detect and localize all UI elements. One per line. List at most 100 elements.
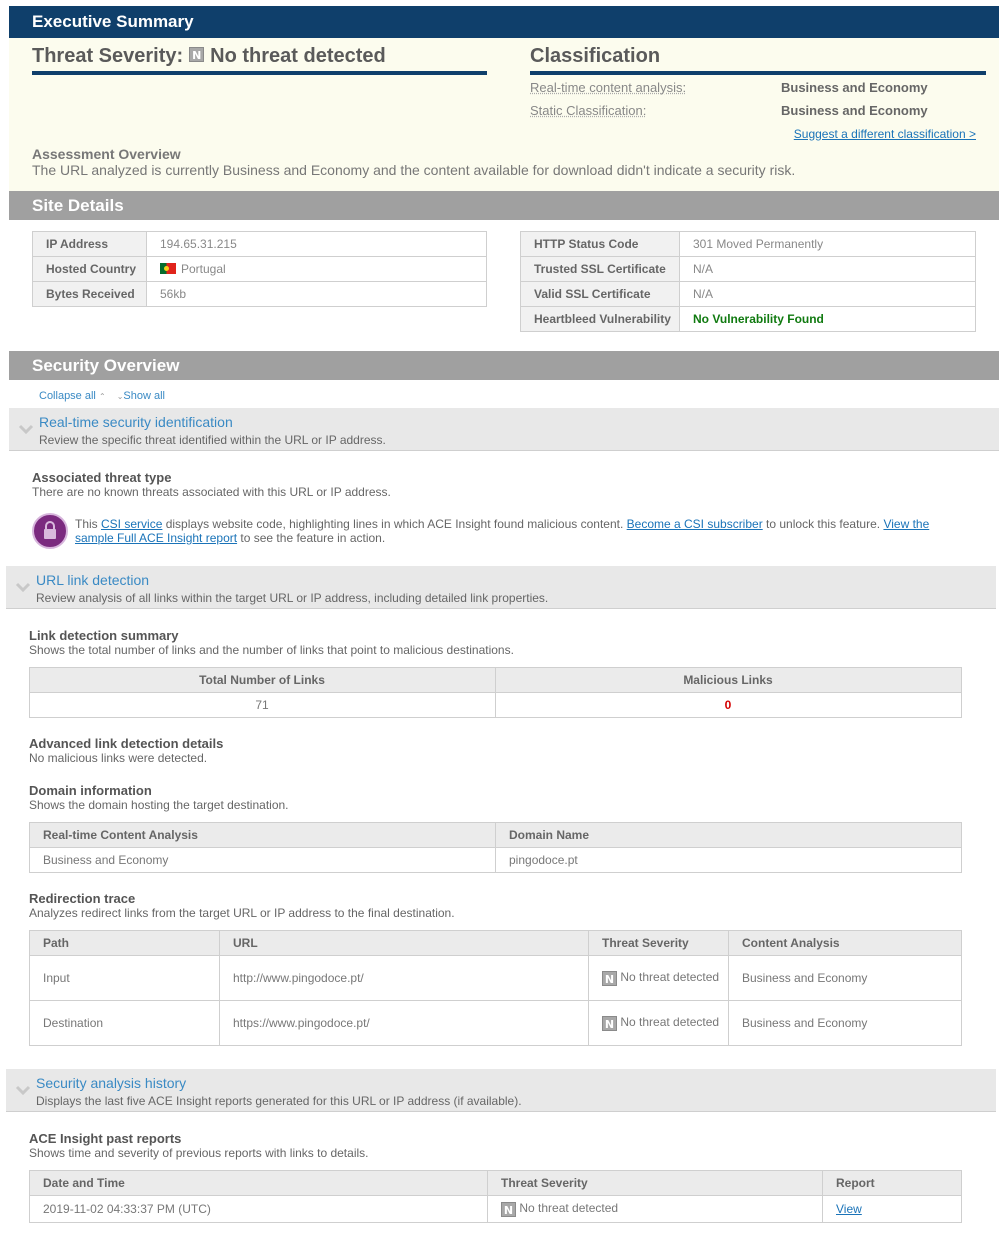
country-name: Portugal xyxy=(181,262,226,276)
associated-threat-heading: Associated threat type xyxy=(32,470,172,485)
chevron-down-icon xyxy=(15,582,31,593)
table-header-row: Total Number of Links Malicious Links xyxy=(29,667,962,693)
report-cell: View xyxy=(822,1195,962,1223)
url-header: URL xyxy=(219,930,589,956)
assessment-heading: Assessment Overview xyxy=(32,146,181,162)
site-details-left-table: IP Address 194.65.31.215 Hosted Country Po… xyxy=(32,231,487,307)
content-analysis-header: Content Analysis xyxy=(728,930,962,956)
domain-name-value: pingodoce.pt xyxy=(495,847,962,873)
table-header-row: Path URL Threat Severity Content Analysi… xyxy=(29,930,962,956)
section-realtime-security[interactable]: Real-time security identification Review… xyxy=(9,408,999,451)
bytes-received-value: 56kb xyxy=(146,281,487,307)
classification-row-static: Static Classification: Business and Econ… xyxy=(530,103,986,118)
table-row: Bytes Received 56kb xyxy=(32,281,487,307)
chevron-down-icon xyxy=(15,1085,31,1096)
section-title[interactable]: URL link detection xyxy=(36,572,149,588)
table-row: 2019-11-02 04:33:37 PM (UTC) N No threat… xyxy=(29,1195,962,1223)
path-cell: Input xyxy=(29,955,220,1001)
executive-summary-header: Executive Summary xyxy=(9,6,999,38)
csi-text-part: to unlock this feature. xyxy=(762,517,884,531)
lock-icon xyxy=(32,513,68,549)
classification-label[interactable]: Real-time content analysis: xyxy=(530,80,686,95)
no-threat-icon: N xyxy=(602,970,617,986)
threat-severity-header: Threat Severity xyxy=(588,930,729,956)
malicious-links-header: Malicious Links xyxy=(495,667,962,693)
table-header-row: Date and Time Threat Severity Report xyxy=(29,1170,962,1196)
classification-row-realtime: Real-time content analysis: Business and… xyxy=(530,80,986,95)
domain-info-table: Real-time Content Analysis Domain Name B… xyxy=(29,822,962,873)
domain-info-text: Shows the domain hosting the target dest… xyxy=(29,798,289,812)
section-description: Displays the last five ACE Insight repor… xyxy=(36,1094,522,1108)
path-cell: Destination xyxy=(29,1000,220,1046)
threat-cell: N No threat detected xyxy=(588,955,729,1001)
threat-text: No threat detected xyxy=(519,1201,619,1216)
domain-info-heading: Domain information xyxy=(29,783,152,798)
hosted-country-label: Hosted Country xyxy=(32,256,147,282)
ip-address-value: 194.65.31.215 xyxy=(146,231,487,257)
url-cell: https://www.pingodoce.pt/ xyxy=(219,1000,589,1046)
associated-threat-text: There are no known threats associated wi… xyxy=(32,485,391,499)
hosted-country-value: Portugal xyxy=(146,256,487,282)
table-row: Destination https://www.pingodoce.pt/ N … xyxy=(29,1000,962,1046)
valid-ssl-value: N/A xyxy=(679,281,976,307)
section-title[interactable]: Real-time security identification xyxy=(39,414,233,430)
trusted-ssl-label: Trusted SSL Certificate xyxy=(520,256,680,282)
bytes-received-label: Bytes Received xyxy=(32,281,147,307)
threat-severity-header: Threat Severity xyxy=(487,1170,823,1196)
csi-service-link[interactable]: CSI service xyxy=(101,517,162,531)
trusted-ssl-value: N/A xyxy=(679,256,976,282)
report-header: Report xyxy=(822,1170,962,1196)
total-links-header: Total Number of Links xyxy=(29,667,496,693)
link-summary-text: Shows the total number of links and the … xyxy=(29,643,514,657)
http-status-value: 301 Moved Permanently xyxy=(679,231,976,257)
content-cell: Business and Economy xyxy=(728,1000,962,1046)
chevron-up-icon: ⌃ xyxy=(98,392,106,401)
link-summary-heading: Link detection summary xyxy=(29,628,179,643)
heartbleed-value: No Vulnerability Found xyxy=(679,306,976,332)
table-header-row: Real-time Content Analysis Domain Name xyxy=(29,822,962,848)
section-url-link-detection[interactable]: URL link detection Review analysis of al… xyxy=(6,566,996,609)
table-row: HTTP Status Code 301 Moved Permanently xyxy=(520,231,976,257)
csi-text-part: displays website code, highlighting line… xyxy=(162,517,627,531)
show-all-link[interactable]: Show all xyxy=(123,390,165,402)
section-title[interactable]: Security analysis history xyxy=(36,1075,186,1091)
threat-text: No threat detected xyxy=(620,970,720,985)
table-row: Input http://www.pingodoce.pt/ N No thre… xyxy=(29,955,962,1001)
path-header: Path xyxy=(29,930,220,956)
threat-severity-value: No threat detected xyxy=(210,45,386,67)
table-row: Valid SSL Certificate N/A xyxy=(520,281,976,307)
date-header: Date and Time xyxy=(29,1170,488,1196)
threat-cell: N No threat detected xyxy=(588,1000,729,1046)
advanced-details-heading: Advanced link detection details xyxy=(29,736,224,751)
site-details-right-table: HTTP Status Code 301 Moved Permanently Tr… xyxy=(520,231,976,332)
no-threat-icon: N xyxy=(189,47,205,63)
section-description: Review the specific threat identified wi… xyxy=(39,433,386,447)
past-reports-table: Date and Time Threat Severity Report 201… xyxy=(29,1170,962,1223)
table-row: 71 0 xyxy=(29,692,962,718)
become-csi-subscriber-link[interactable]: Become a CSI subscriber xyxy=(627,517,763,531)
table-row: Heartbleed Vulnerability No Vulnerability… xyxy=(520,306,976,332)
past-reports-heading: ACE Insight past reports xyxy=(29,1131,182,1146)
expand-collapse-controls: Collapse all ⌃ ⌄Show all xyxy=(39,390,165,402)
classification-value: Business and Economy xyxy=(781,103,928,118)
threat-text: No threat detected xyxy=(620,1015,720,1030)
table-row: Business and Economy pingodoce.pt xyxy=(29,847,962,873)
table-row: Trusted SSL Certificate N/A xyxy=(520,256,976,282)
no-threat-icon: N xyxy=(501,1201,516,1217)
site-details-header: Site Details xyxy=(9,191,999,220)
threat-severity-label: Threat Severity: xyxy=(32,45,184,67)
table-row: IP Address 194.65.31.215 xyxy=(32,231,487,257)
table-row: Hosted Country Portugal xyxy=(32,256,487,282)
executive-summary-panel: Threat Severity: N No threat detected Clas… xyxy=(9,38,999,191)
view-report-link[interactable]: View xyxy=(836,1202,862,1216)
suggest-classification-link[interactable]: Suggest a different classification > xyxy=(794,127,976,141)
url-cell: http://www.pingodoce.pt/ xyxy=(219,955,589,1001)
collapse-all-link[interactable]: Collapse all xyxy=(39,390,96,402)
advanced-details-text: No malicious links were detected. xyxy=(29,751,208,765)
link-summary-table: Total Number of Links Malicious Links 71… xyxy=(29,667,962,718)
ip-address-label: IP Address xyxy=(32,231,147,257)
csi-text-part: to see the feature in action. xyxy=(237,531,386,545)
classification-label[interactable]: Static Classification: xyxy=(530,103,646,118)
section-security-history[interactable]: Security analysis history Displays the l… xyxy=(6,1069,996,1112)
threat-severity-heading: Threat Severity: N No threat detected xyxy=(32,45,487,75)
